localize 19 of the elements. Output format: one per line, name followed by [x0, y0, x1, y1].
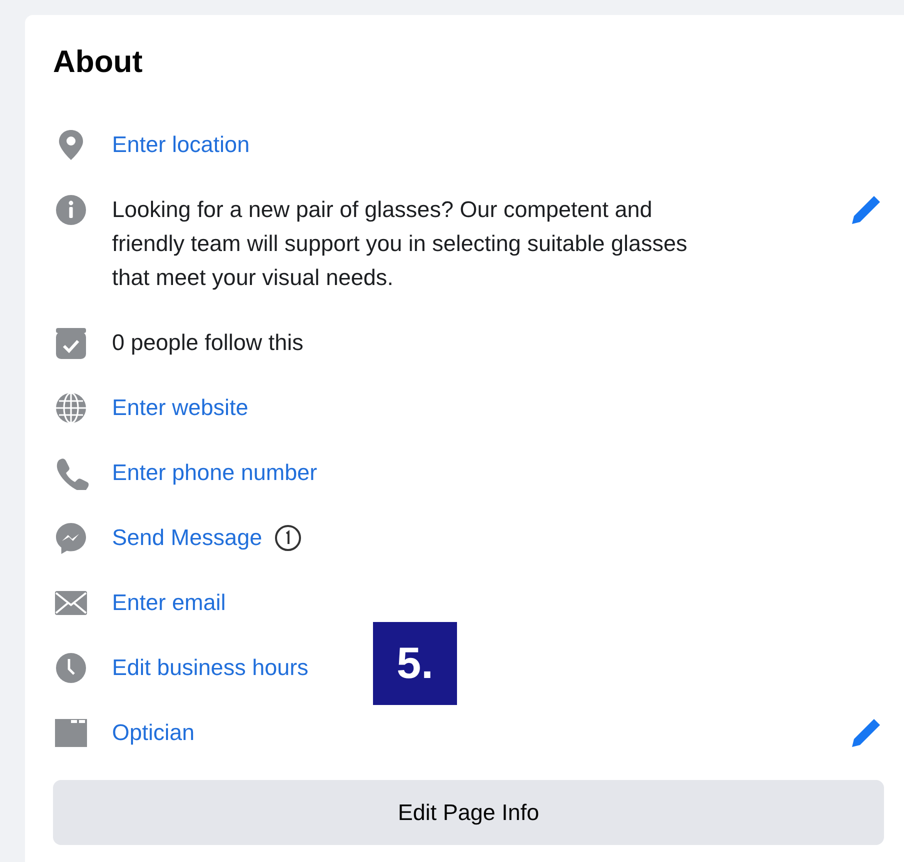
row-link[interactable]: Enter email [112, 586, 226, 620]
edit-page-info-button[interactable]: Edit Page Info [53, 780, 884, 845]
clock-icon [53, 651, 89, 685]
info-icon[interactable] [274, 524, 302, 552]
folder-icon [53, 716, 89, 750]
row-link[interactable]: Edit business hours [112, 651, 308, 685]
checkmark-box-icon [53, 326, 89, 360]
row-text: 0 people follow this [112, 329, 304, 357]
row-link[interactable]: Enter website [112, 391, 248, 425]
row-link[interactable]: Optician [112, 716, 195, 750]
info-icon [53, 193, 89, 227]
step-number-label: 5. [373, 622, 457, 705]
row-link[interactable]: Enter location [112, 128, 250, 162]
section-title: About [53, 43, 144, 81]
row-link[interactable]: Enter phone number [112, 456, 318, 490]
row-text: Looking for a new pair of glasses? Our competent and friendly team will support you in selecting suitable glasses that meet your visual needs. [112, 196, 688, 292]
row-link[interactable]: Send Message [112, 521, 262, 555]
globe-icon [53, 391, 89, 425]
chat-bubble-icon [53, 521, 89, 555]
